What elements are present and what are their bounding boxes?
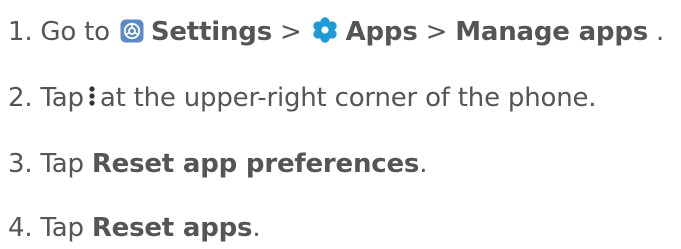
step-number: 3.	[8, 149, 33, 179]
step-1: 1. Go to Settings > Apps > Manage apps .	[8, 12, 664, 52]
step-text: Go to	[40, 17, 110, 47]
period: .	[252, 213, 261, 243]
step-text: Tap	[40, 149, 84, 179]
separator: >	[279, 17, 302, 47]
step-2: 2. Tap at the upper-right corner of the …	[8, 78, 597, 118]
step-number: 2.	[8, 83, 33, 113]
separator: >	[425, 17, 448, 47]
reset-app-preferences-label: Reset app preferences	[91, 149, 420, 179]
period: .	[656, 17, 665, 47]
step-text: Tap	[40, 213, 84, 243]
more-vertical-icon	[87, 83, 97, 111]
step-number: 4.	[8, 213, 33, 243]
apps-label: Apps	[345, 17, 418, 47]
step-number: 1.	[8, 17, 33, 47]
reset-apps-label: Reset apps	[91, 213, 253, 243]
period: .	[419, 149, 428, 179]
step-3: 3. Tap Reset app preferences .	[8, 144, 427, 184]
manage-apps-label: Manage apps	[455, 17, 649, 47]
settings-icon	[120, 19, 144, 43]
settings-label: Settings	[150, 17, 272, 47]
step-text: Tap	[40, 83, 84, 113]
step-4: 4. Tap Reset apps .	[8, 208, 261, 248]
step-text-rest: at the upper-right corner of the phone.	[99, 83, 597, 113]
apps-gear-icon	[312, 17, 338, 43]
